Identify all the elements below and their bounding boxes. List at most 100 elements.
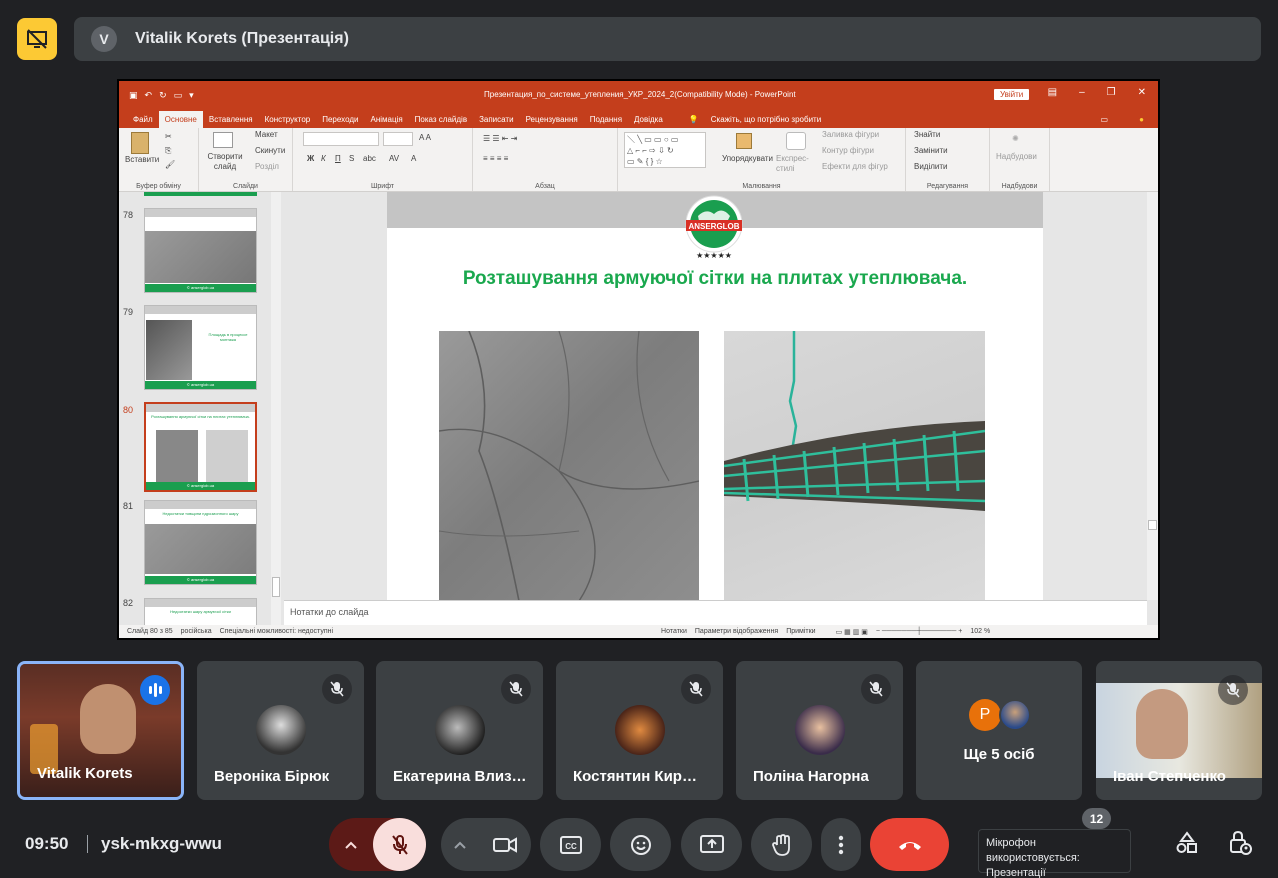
tab-review[interactable]: Рецензування: [520, 115, 584, 128]
meeting-code[interactable]: ysk-mkxg-wwu: [101, 834, 222, 854]
reactions-button[interactable]: [610, 818, 671, 871]
tab-record[interactable]: Записати: [473, 115, 520, 128]
present-button[interactable]: [681, 818, 742, 871]
tab-insert[interactable]: Вставлення: [203, 115, 259, 128]
paste-icon[interactable]: [131, 132, 149, 154]
status-zoom[interactable]: 102 %: [970, 628, 990, 635]
reset-button[interactable]: Скинути: [255, 146, 285, 155]
participant-tile[interactable]: Іван Степченко: [1096, 661, 1262, 800]
slide-thumbnail[interactable]: Площадь в процессе монтажа © anserglob.u…: [144, 305, 257, 390]
tab-view[interactable]: Подання: [584, 115, 628, 128]
tab-file[interactable]: Файл: [127, 115, 159, 128]
scroll-thumb[interactable]: [1148, 520, 1157, 530]
tab-help[interactable]: Довідка: [628, 115, 669, 128]
layout-button[interactable]: Макет: [255, 130, 278, 139]
host-controls-lock-icon[interactable]: [1226, 829, 1254, 857]
bold-icon[interactable]: Ж: [307, 154, 314, 163]
tab-animations[interactable]: Анімація: [364, 115, 408, 128]
new-slide-button[interactable]: Створити слайд: [203, 152, 247, 172]
shapes-gallery[interactable]: ＼ ╲ ▭ ▭ ○ ▭ △ ⌐ ⌐ ⇨ ⇩ ↻ ▭ ✎ { } ☆: [624, 132, 706, 168]
new-slide-icon[interactable]: [213, 132, 233, 148]
view-buttons-icon[interactable]: ▭ ▦ ▥ ▣: [836, 628, 868, 636]
addins-icon[interactable]: ✺: [1012, 134, 1019, 143]
arrange-button[interactable]: Упорядкувати: [722, 154, 773, 163]
thumb-title: Недоотатки товщини пдрозионного шару: [162, 511, 239, 516]
shape-fill-button[interactable]: Заливка фігури: [822, 130, 879, 139]
char-spacing-icon[interactable]: AV: [389, 154, 399, 163]
status-accessibility[interactable]: Спеціальні можливості: недоступні: [220, 628, 333, 635]
tab-transitions[interactable]: Переходи: [316, 115, 364, 128]
italic-icon[interactable]: К: [321, 154, 326, 163]
participant-tile[interactable]: Екатерина Влиз…: [376, 661, 543, 800]
slide-thumbnail[interactable]: © anserglob.ua: [144, 208, 257, 293]
tab-home[interactable]: Основне: [158, 111, 203, 128]
redo-icon[interactable]: ↻: [159, 90, 167, 101]
replace-button[interactable]: Замінити: [914, 146, 948, 155]
format-painter-icon[interactable]: 🖌: [165, 160, 175, 169]
align-icon[interactable]: ≡ ≡ ≡ ≡: [483, 154, 508, 163]
camera-options-chevron-icon[interactable]: [441, 818, 479, 871]
customize-qat-icon[interactable]: ▾: [189, 90, 194, 101]
ribbon-display-icon[interactable]: ▤: [1048, 87, 1057, 98]
slide-scrollbar[interactable]: [1147, 192, 1158, 600]
arrange-icon[interactable]: [736, 133, 752, 149]
zoom-slider[interactable]: − ───────┼─────── +: [876, 628, 962, 635]
paragraph-label: Абзац: [535, 183, 555, 190]
copy-icon[interactable]: ⎘: [165, 146, 171, 156]
tab-slideshow[interactable]: Показ слайдів: [409, 115, 473, 128]
shadow-icon[interactable]: S: [349, 154, 354, 163]
minimize-icon[interactable]: –: [1079, 87, 1085, 98]
slide-thumbnail[interactable]: Недоотатки шару армуючої сітки: [144, 598, 257, 625]
font-size-field[interactable]: [383, 132, 413, 146]
participant-tile-more[interactable]: P Ще 5 осіб: [916, 661, 1082, 800]
bullets-icon[interactable]: ☰ ☰ ⇤ ⇥: [483, 134, 517, 143]
tell-me-box[interactable]: Скажіть, що потрібно зробити: [705, 115, 827, 128]
font-grow-icon[interactable]: A A: [419, 133, 431, 142]
notes-pane[interactable]: Нотатки до слайда: [284, 600, 1147, 625]
section-button[interactable]: Розділ: [255, 162, 279, 171]
shape-effects-button[interactable]: Ефекти для фігур: [822, 162, 888, 171]
find-button[interactable]: Знайти: [914, 130, 940, 139]
signin-button[interactable]: Увійти: [994, 89, 1030, 100]
mic-toggle-button[interactable]: [373, 818, 426, 871]
participant-tile-self[interactable]: Vitalik Korets: [17, 661, 184, 800]
participant-tile[interactable]: Костянтин Кир…: [556, 661, 723, 800]
slide-thumbnail[interactable]: Недоотатки товщини пдрозионного шару © a…: [144, 500, 257, 585]
font-name-field[interactable]: [303, 132, 379, 146]
quick-styles-icon[interactable]: [786, 132, 806, 150]
leave-call-button[interactable]: [870, 818, 949, 871]
mic-options-chevron-icon[interactable]: [329, 818, 373, 871]
stop-presenting-icon[interactable]: [17, 18, 57, 60]
close-icon[interactable]: ✕: [1138, 87, 1146, 98]
shape-outline-button[interactable]: Контур фігури: [822, 146, 874, 155]
strike-icon[interactable]: abc: [363, 154, 376, 163]
mic-off-icon: [681, 674, 711, 704]
save-icon[interactable]: ▣: [129, 90, 138, 101]
status-notes[interactable]: Нотатки: [661, 628, 687, 635]
addins-button[interactable]: Надбудови: [996, 152, 1037, 161]
more-options-button[interactable]: [821, 818, 861, 871]
comments-icon[interactable]: ▭: [1100, 115, 1108, 124]
restore-icon[interactable]: ❐: [1107, 87, 1116, 98]
undo-icon[interactable]: ↶: [145, 90, 153, 101]
raise-hand-button[interactable]: [751, 818, 812, 871]
participant-tile[interactable]: Поліна Нагорна: [736, 661, 903, 800]
underline-icon[interactable]: П: [335, 154, 341, 163]
paste-button[interactable]: Вставити: [125, 155, 159, 164]
font-color-icon[interactable]: A: [411, 154, 416, 163]
slide-canvas: ANSERGLOB ★★★★★ Розташування армуючої сі…: [387, 192, 1043, 600]
camera-toggle-button[interactable]: [479, 818, 531, 871]
thumbnail-scrollbar[interactable]: [271, 192, 281, 625]
tab-design[interactable]: Конструктор: [259, 115, 317, 128]
captions-button[interactable]: CC: [540, 818, 601, 871]
activities-icon[interactable]: [1173, 829, 1201, 857]
select-button[interactable]: Виділити: [914, 162, 948, 171]
slideshow-icon[interactable]: ▭: [174, 90, 183, 101]
quick-styles-button[interactable]: Експрес-стилі: [776, 154, 816, 174]
status-view-settings[interactable]: Параметри відображення: [695, 628, 778, 635]
status-comments[interactable]: Примітки: [786, 628, 815, 635]
participant-tile[interactable]: Вероніка Бірюк: [197, 661, 364, 800]
cut-icon[interactable]: ✂: [165, 132, 172, 141]
status-language[interactable]: російська: [181, 628, 212, 635]
slide-thumbnail-selected[interactable]: Розташування армуючої сітки на плитах ут…: [144, 402, 257, 492]
